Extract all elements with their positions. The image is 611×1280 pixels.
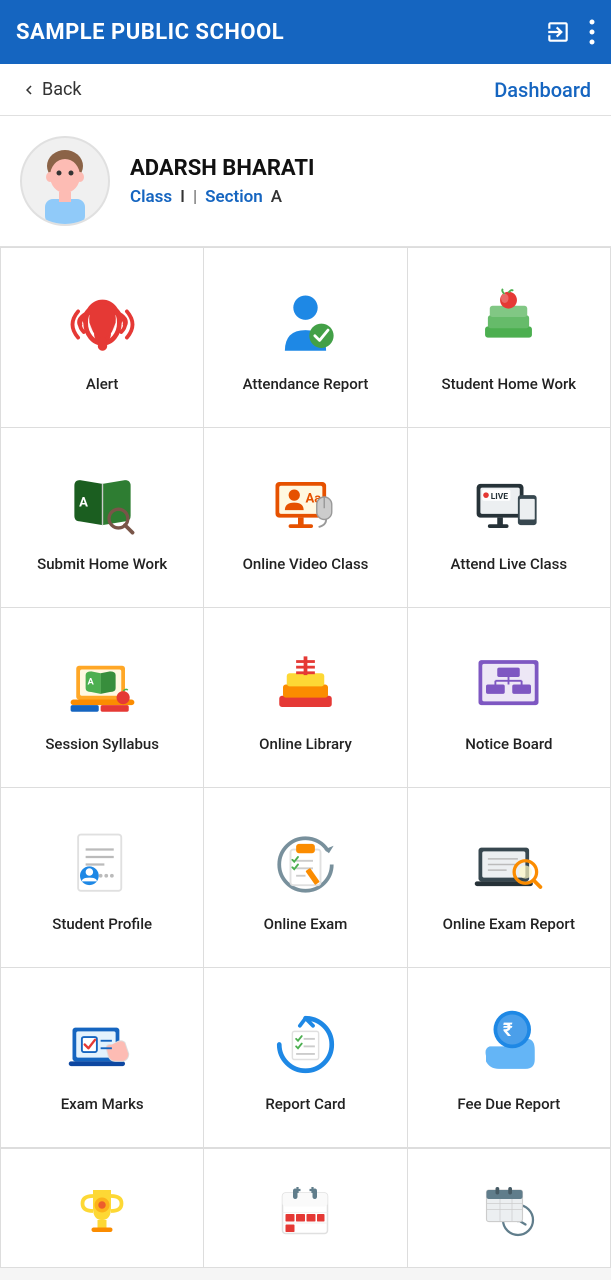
more-icon[interactable] [589,19,595,45]
menu-item-submit-home-work[interactable]: A Submit Home Work [1,428,204,608]
menu-item-student-home-work[interactable]: Student Home Work [408,248,611,428]
notice-board-label: Notice Board [465,734,552,754]
menu-item-trophy[interactable] [1,1148,204,1268]
section-label: Section [205,187,263,207]
online-exam-report-label: Online Exam Report [443,914,575,934]
report-card-icon [265,1004,345,1084]
fee-due-report-icon: ₹ [469,1004,549,1084]
menu-item-online-exam-report[interactable]: Online Exam Report [408,788,611,968]
attend-live-class-label: Attend Live Class [451,554,568,574]
nav-bar: Back Dashboard [0,64,611,116]
calendar-icon [265,1171,345,1251]
exam-marks-label: Exam Marks [61,1094,144,1114]
svg-text:LIVE: LIVE [491,492,509,502]
attendance-report-label: Attendance Report [243,374,369,394]
grid-partial-row [0,1148,611,1268]
app-header: SAMPLE PUBLIC SCHOOL [0,0,611,64]
fee-due-report-label: Fee Due Report [457,1094,560,1114]
app-title: SAMPLE PUBLIC SCHOOL [16,20,284,45]
menu-item-exam-marks[interactable]: Exam Marks [1,968,204,1148]
dashboard-link[interactable]: Dashboard [494,78,591,102]
exam-marks-icon [62,1004,142,1084]
student-home-work-icon [469,284,549,364]
svg-text:₹: ₹ [503,1019,513,1041]
profile-name: ADARSH BHARATI [130,156,314,181]
submit-home-work-label: Submit Home Work [37,554,167,574]
session-syllabus-label: Session Syllabus [45,734,159,754]
online-exam-report-icon [469,824,549,904]
online-video-class-label: Online Video Class [243,554,369,574]
menu-item-online-exam[interactable]: Online Exam [204,788,407,968]
menu-item-attendance-report[interactable]: Attendance Report [204,248,407,428]
student-profile-label: Student Profile [52,914,152,934]
menu-item-student-profile[interactable]: Student Profile [1,788,204,968]
session-syllabus-icon: A [62,644,142,724]
menu-item-notice-board[interactable]: Notice Board [408,608,611,788]
online-library-label: Online Library [259,734,352,754]
menu-item-report-card[interactable]: Report Card [204,968,407,1148]
header-actions [545,19,595,45]
time-table-icon [469,1171,549,1251]
logout-icon[interactable] [545,19,571,45]
submit-home-work-icon: A [62,464,142,544]
svg-text:A: A [87,676,94,687]
profile-class-row: Class I | Section A [130,187,314,207]
online-video-class-icon: Aa [265,464,345,544]
menu-item-attend-live-class[interactable]: LIVE Attend Live Class [408,428,611,608]
menu-item-session-syllabus[interactable]: A Session Syllabus [1,608,204,788]
class-value: I [180,187,185,207]
online-exam-icon [265,824,345,904]
trophy-icon [62,1171,142,1251]
profile-section: ADARSH BHARATI Class I | Section A [0,116,611,247]
notice-board-icon [469,644,549,724]
online-library-icon [265,644,345,724]
student-profile-icon [62,824,142,904]
menu-grid: Alert Attendance Report [0,247,611,1148]
student-home-work-label: Student Home Work [442,374,577,394]
back-button[interactable]: Back [20,79,82,100]
back-label: Back [42,79,82,100]
avatar [20,136,110,226]
attendance-report-icon [265,284,345,364]
alert-icon [62,284,142,364]
menu-item-time-table[interactable] [408,1148,611,1268]
section-value: A [271,187,282,207]
svg-text:A: A [79,495,88,510]
attend-live-class-icon: LIVE [469,464,549,544]
online-exam-label: Online Exam [264,914,348,934]
menu-item-fee-due-report[interactable]: ₹ Fee Due Report [408,968,611,1148]
report-card-label: Report Card [265,1094,345,1114]
menu-item-calendar[interactable] [204,1148,407,1268]
profile-info: ADARSH BHARATI Class I | Section A [130,156,314,207]
class-label: Class [130,187,172,207]
menu-item-online-video-class[interactable]: Aa Online Video Class [204,428,407,608]
divider: | [193,187,197,207]
menu-item-alert[interactable]: Alert [1,248,204,428]
menu-item-online-library[interactable]: Online Library [204,608,407,788]
alert-label: Alert [86,374,118,394]
